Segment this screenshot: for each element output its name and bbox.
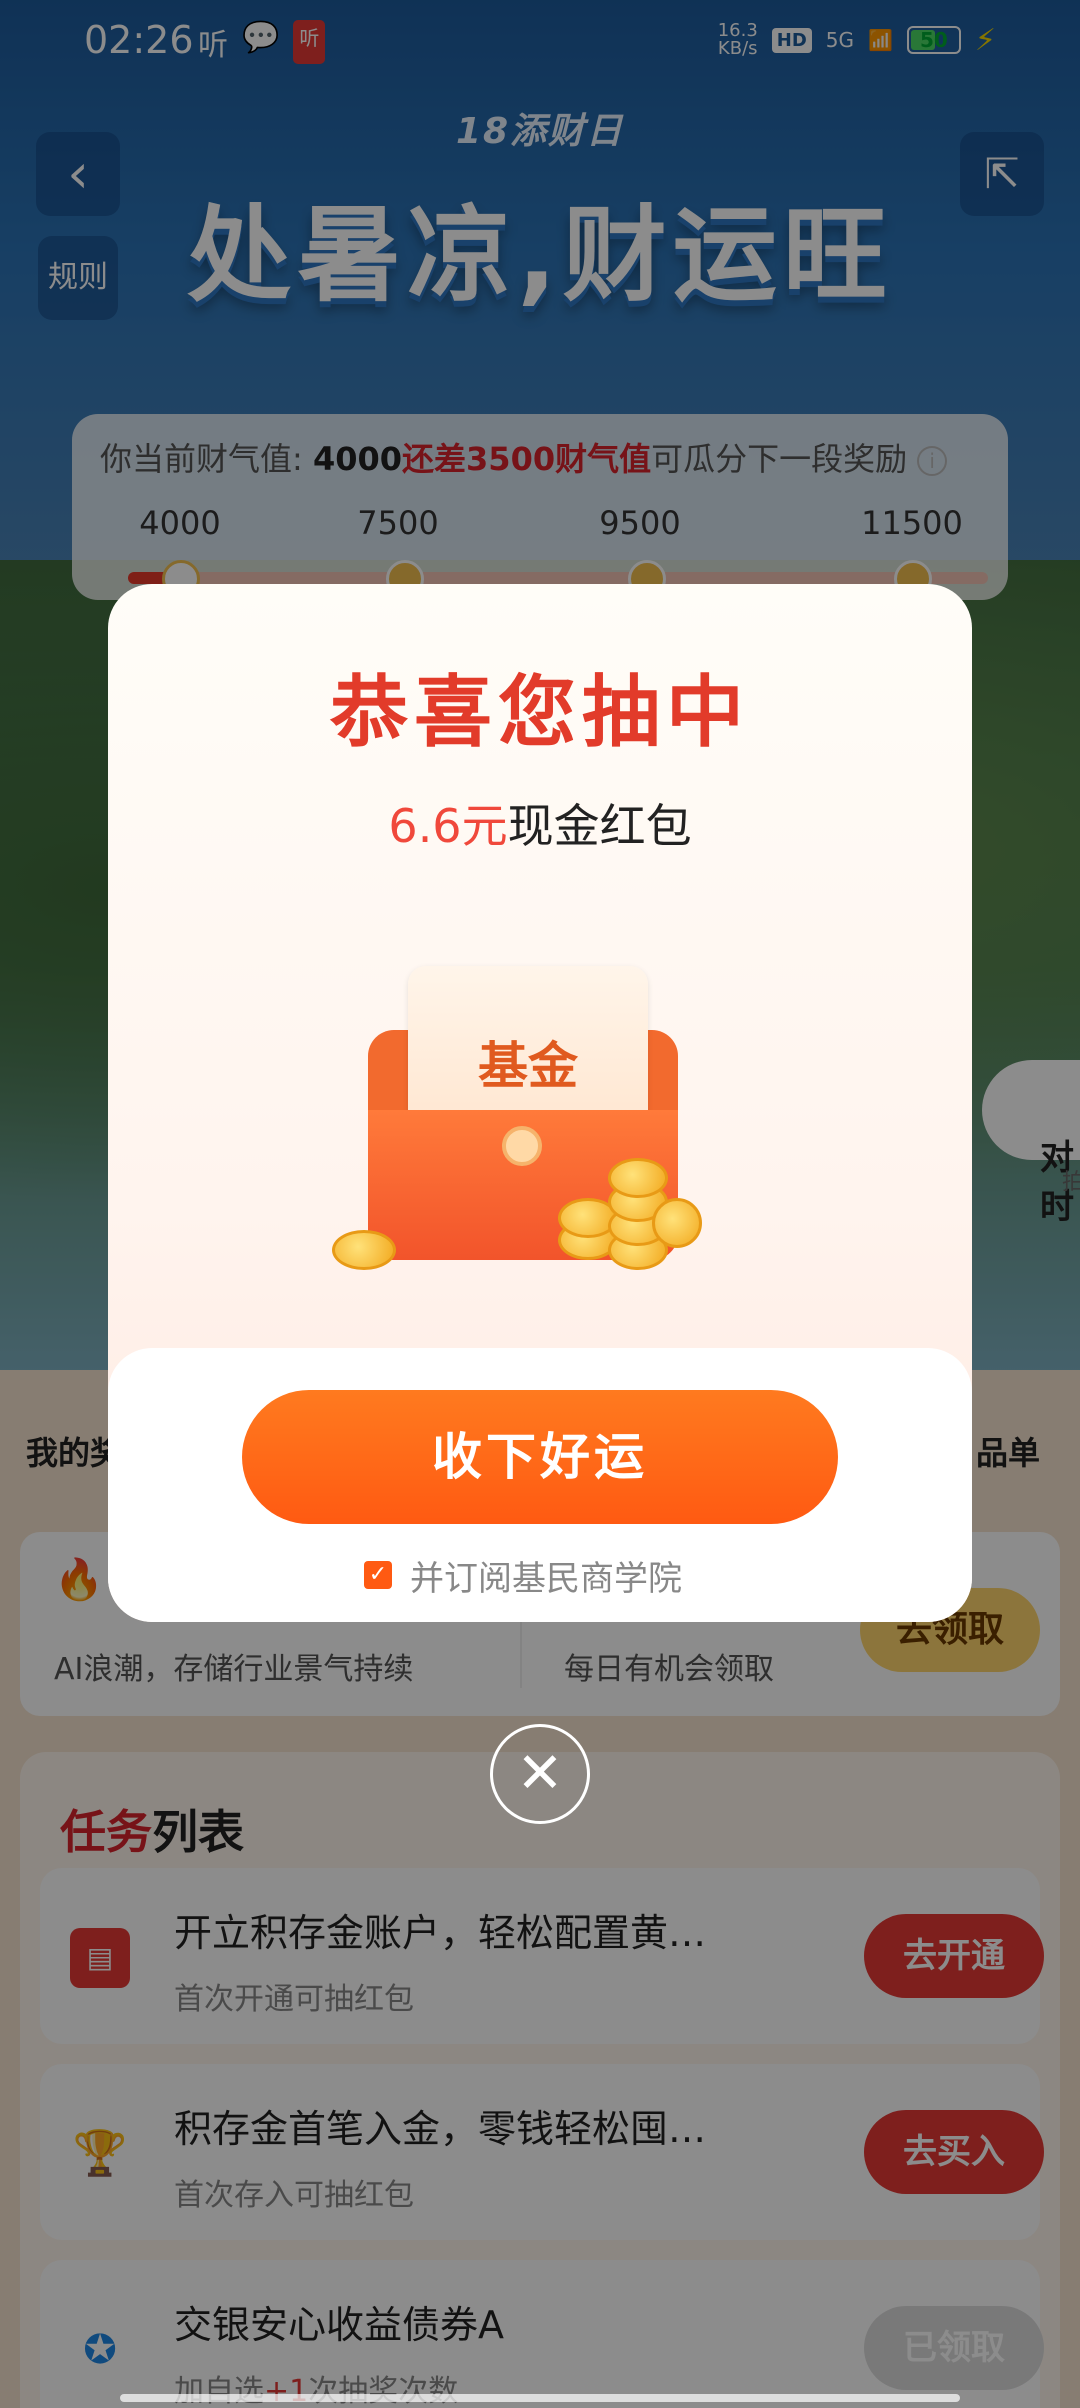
red-envelope-illustration: 基金 (312, 930, 772, 1350)
checkbox-checked-icon[interactable]: ✓ (364, 1561, 392, 1589)
close-icon: ✕ (516, 1741, 564, 1806)
envelope-seal-icon (502, 1126, 542, 1166)
reward-line: 6.6元现金红包 (108, 790, 972, 856)
prize-modal: 恭喜您抽中 6.6元现金红包 基金 收下好运 ✓ 并订阅基民商学院 (108, 584, 972, 1622)
home-indicator[interactable] (120, 2394, 960, 2402)
coin-icon (332, 1230, 396, 1270)
subscribe-option[interactable]: ✓ 并订阅基民商学院 (364, 1550, 682, 1600)
close-modal-button[interactable]: ✕ (490, 1724, 590, 1824)
reward-type: 现金红包 (507, 799, 692, 853)
coin-icon (652, 1198, 702, 1248)
subscribe-text: 并订阅基民商学院 (410, 1558, 682, 1599)
reward-amount: 6.6元 (388, 799, 508, 853)
modal-title: 恭喜您抽中 (329, 668, 750, 758)
envelope-label: 基金 (478, 1037, 578, 1095)
coin-icon (608, 1158, 668, 1198)
collect-luck-button[interactable]: 收下好运 (242, 1390, 838, 1524)
